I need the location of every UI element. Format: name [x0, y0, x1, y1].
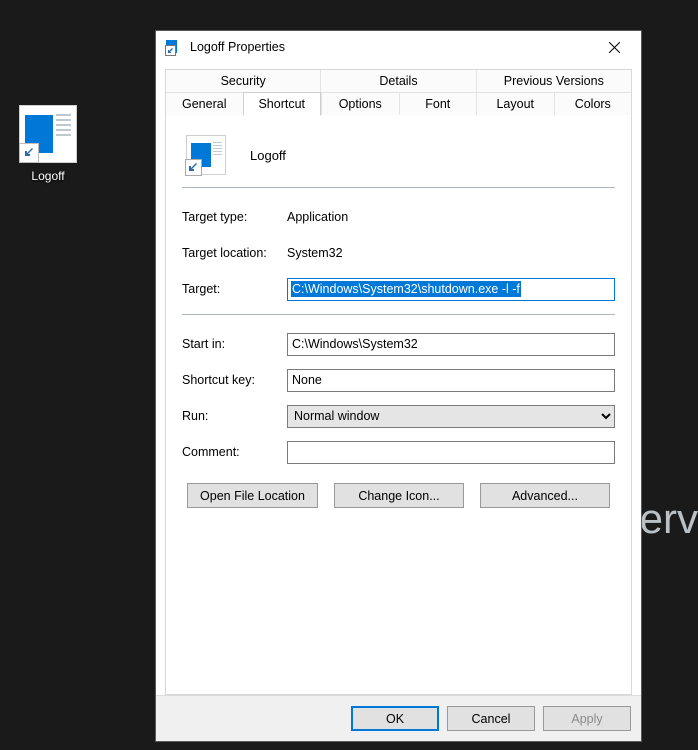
comment-label: Comment: — [182, 445, 287, 459]
open-file-location-button[interactable]: Open File Location — [187, 483, 318, 508]
target-type-value: Application — [287, 210, 348, 224]
tab-details[interactable]: Details — [320, 70, 475, 93]
shortcut-icon — [19, 105, 77, 163]
tab-font[interactable]: Font — [399, 93, 477, 115]
desktop-shortcut-label: Logoff — [14, 169, 82, 183]
tab-options[interactable]: Options — [321, 93, 399, 115]
tab-previous-versions[interactable]: Previous Versions — [476, 70, 631, 93]
tab-shortcut[interactable]: Shortcut — [243, 92, 322, 116]
target-field[interactable]: C:\Windows\System32\shutdown.exe -l -f — [287, 278, 615, 301]
dialog-title: Logoff Properties — [190, 40, 596, 54]
tab-general[interactable]: General — [166, 93, 243, 115]
shortcut-name: Logoff — [250, 148, 286, 163]
titlebar[interactable]: Logoff Properties — [156, 31, 641, 63]
desktop: Serv Logoff Logoff Properties — [0, 0, 698, 750]
startin-field[interactable] — [287, 333, 615, 356]
titlebar-shortcut-icon — [166, 39, 182, 55]
startin-label: Start in: — [182, 337, 287, 351]
apply-button[interactable]: Apply — [543, 706, 631, 731]
desktop-shortcut-logoff[interactable]: Logoff — [14, 105, 82, 183]
shortcut-large-icon — [186, 135, 226, 175]
tab-container: Security Details Previous Versions Gener… — [165, 69, 632, 695]
ok-button[interactable]: OK — [351, 706, 439, 731]
target-type-label: Target type: — [182, 210, 287, 224]
close-button[interactable] — [596, 33, 632, 61]
shortcutkey-label: Shortcut key: — [182, 373, 287, 387]
target-label: Target: — [182, 282, 287, 296]
properties-dialog: Logoff Properties Security Details Previ… — [155, 30, 642, 742]
run-select[interactable]: Normal window — [287, 405, 615, 428]
shortcutkey-field[interactable] — [287, 369, 615, 392]
target-location-label: Target location: — [182, 246, 287, 260]
target-location-value: System32 — [287, 246, 343, 260]
tab-colors[interactable]: Colors — [554, 93, 632, 115]
tab-layout[interactable]: Layout — [476, 93, 554, 115]
dialog-footer: OK Cancel Apply — [156, 695, 641, 741]
tab-security[interactable]: Security — [166, 70, 320, 93]
run-label: Run: — [182, 409, 287, 423]
comment-field[interactable] — [287, 441, 615, 464]
shortcut-pane: Logoff Target type: Application Target l… — [166, 115, 631, 694]
advanced-button[interactable]: Advanced... — [480, 483, 610, 508]
cancel-button[interactable]: Cancel — [447, 706, 535, 731]
close-icon — [609, 42, 620, 53]
change-icon-button[interactable]: Change Icon... — [334, 483, 464, 508]
shortcut-arrow-icon — [19, 143, 39, 163]
